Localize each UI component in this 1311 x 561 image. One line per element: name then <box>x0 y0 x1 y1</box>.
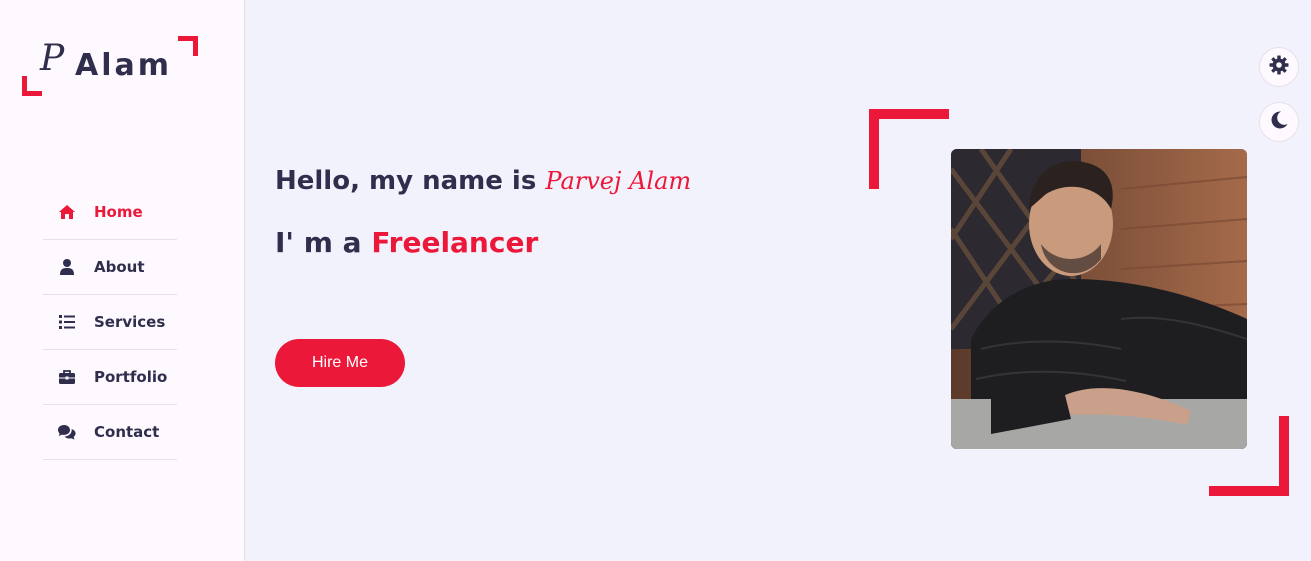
list-icon <box>58 313 76 331</box>
nav-item-portfolio[interactable]: Portfolio <box>43 350 177 405</box>
moon-icon <box>1269 110 1289 134</box>
main-nav: Home About Services Portfolio Contact <box>43 185 177 460</box>
comments-icon <box>58 423 76 441</box>
nav-item-label: Contact <box>94 423 160 441</box>
photo-frame-top-left <box>869 109 949 189</box>
typing-cursor <box>541 230 544 258</box>
photo-frame-bottom-right <box>1209 416 1289 496</box>
nav-item-label: Home <box>94 203 143 221</box>
nav-item-contact[interactable]: Contact <box>43 405 177 460</box>
style-switcher-toggle[interactable] <box>1259 47 1299 87</box>
nav-item-services[interactable]: Services <box>43 295 177 350</box>
nav-item-label: About <box>94 258 145 276</box>
logo-corner-top-right <box>178 36 198 56</box>
nav-item-home[interactable]: Home <box>43 185 177 240</box>
profile-photo <box>951 149 1247 449</box>
user-icon <box>58 258 76 276</box>
nav-item-about[interactable]: About <box>43 240 177 295</box>
nav-item-label: Services <box>94 313 166 331</box>
hire-me-button[interactable]: Hire Me <box>275 339 405 387</box>
person-name: Parvej Alam <box>545 167 692 195</box>
logo-initial: P <box>40 38 65 79</box>
role-prefix: I' m a <box>275 226 362 259</box>
logo[interactable]: P Alam <box>22 36 198 96</box>
home-icon <box>58 203 76 221</box>
logo-text: Alam <box>75 48 173 83</box>
logo-corner-bottom-left <box>22 76 42 96</box>
sidebar: P Alam Home About Services Portfolio Con… <box>0 0 245 561</box>
greeting-text: Hello, my name is <box>275 166 537 196</box>
typed-role: Freelancer <box>371 226 539 259</box>
role-heading: I' m a Freelancer <box>275 226 544 259</box>
greeting-heading: Hello, my name is Parvej Alam <box>275 166 691 196</box>
briefcase-icon <box>58 368 76 386</box>
dark-mode-toggle[interactable] <box>1259 102 1299 142</box>
gear-icon <box>1269 55 1289 79</box>
nav-item-label: Portfolio <box>94 368 168 386</box>
